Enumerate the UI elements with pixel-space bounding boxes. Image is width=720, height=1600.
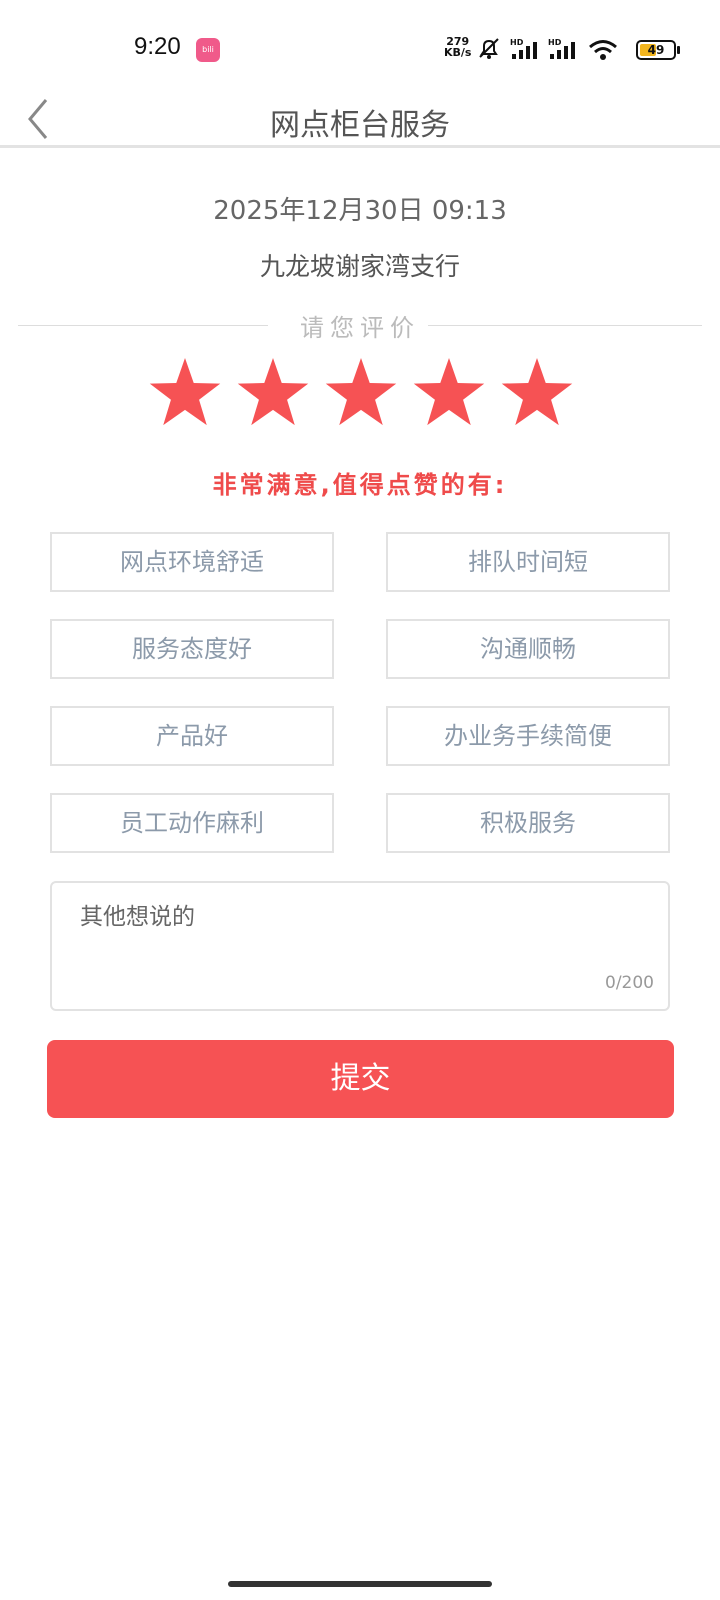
bilibili-app-icon: bili: [196, 38, 220, 62]
battery-cap: [677, 46, 680, 54]
signal-2: HD: [548, 38, 580, 64]
star-rating: [0, 355, 720, 435]
page-title: 网点柜台服务: [270, 108, 450, 143]
star-4-icon[interactable]: [412, 355, 486, 429]
star-3-icon[interactable]: [324, 355, 398, 429]
comment-textarea[interactable]: 其他想说的 0/200: [50, 881, 670, 1011]
nav-bar: 网点柜台服务: [0, 96, 720, 148]
branch-name: 九龙坡谢家湾支行: [259, 252, 460, 281]
comment-char-counter: 0/200: [605, 973, 654, 993]
star-1-icon[interactable]: [148, 355, 222, 429]
status-time: 9:20: [134, 33, 181, 60]
tag-simple-procedure[interactable]: 办业务手续简便: [386, 706, 670, 766]
tag-good-products[interactable]: 产品好: [50, 706, 334, 766]
star-2-icon[interactable]: [236, 355, 310, 429]
rating-result-text: 非常满意,值得点赞的有:: [212, 471, 508, 499]
comment-placeholder: 其他想说的: [80, 904, 195, 930]
battery-level: 49: [647, 43, 665, 57]
tag-efficient-staff[interactable]: 员工动作麻利: [50, 793, 334, 853]
signal-1-label: HD: [510, 38, 524, 47]
network-speed-unit: KB/s: [444, 46, 472, 59]
status-bar: 9:20 bili 279 KB/s HD HD 49: [0, 0, 720, 96]
battery-icon: 49: [636, 40, 676, 60]
tag-service-attitude[interactable]: 服务态度好: [50, 619, 334, 679]
tag-short-queue[interactable]: 排队时间短: [386, 532, 670, 592]
divider-right: [428, 325, 702, 326]
submit-button[interactable]: 提交: [47, 1040, 674, 1118]
home-indicator[interactable]: [228, 1581, 492, 1587]
mute-bell-icon: [479, 38, 499, 59]
wifi-icon: [589, 40, 617, 60]
star-5-icon[interactable]: [500, 355, 574, 429]
visit-datetime: 2025年12月30日 09:13: [213, 196, 507, 226]
signal-1: HD: [510, 38, 542, 64]
signal-2-label: HD: [548, 38, 562, 47]
tag-environment[interactable]: 网点环境舒适: [50, 532, 334, 592]
screen: 9:20 bili 279 KB/s HD HD 49 网点柜台服务 2025年…: [0, 0, 720, 1600]
network-speed: 279 KB/s: [444, 36, 471, 58]
tag-proactive-service[interactable]: 积极服务: [386, 793, 670, 853]
tag-communication[interactable]: 沟通顺畅: [386, 619, 670, 679]
